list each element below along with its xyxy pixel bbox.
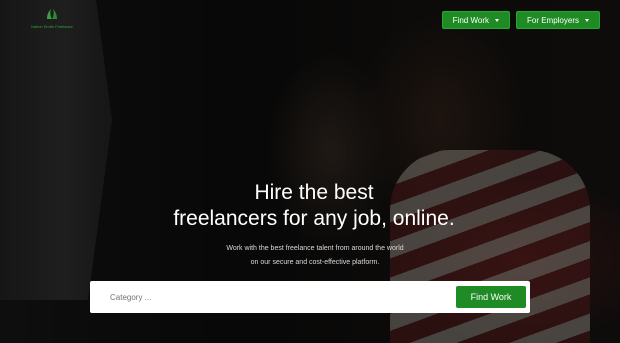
for-employers-dropdown[interactable]: For Employers	[515, 11, 600, 29]
find-work-button[interactable]: Find Work	[456, 286, 526, 308]
top-nav: Find Work For Employers	[441, 11, 600, 29]
find-work-label: Find Work	[452, 15, 489, 25]
hero-title-line2: freelancers for any job, online.	[173, 207, 455, 230]
hero-subtitle: Work with the best freelance talent from…	[0, 242, 620, 270]
search-bar: Find Work	[90, 281, 530, 313]
leaf-logo-icon	[47, 9, 57, 19]
site-logo[interactable]: Nation Smith Freelance	[22, 8, 82, 36]
logo-text: Nation Smith Freelance	[31, 24, 73, 29]
hero-title: Hire the best freelancers for any job, o…	[0, 180, 620, 232]
category-search-input[interactable]	[110, 292, 456, 302]
for-employers-label: For Employers	[526, 15, 579, 25]
hero-subtitle-line2: on our secure and cost-effective platfor…	[250, 259, 380, 266]
caret-down-icon	[585, 18, 589, 22]
caret-down-icon	[494, 18, 499, 22]
hero-section: Hire the best freelancers for any job, o…	[0, 180, 620, 270]
hero-title-line1: Hire the best	[254, 181, 374, 204]
find-work-dropdown[interactable]: Find Work	[441, 11, 510, 29]
hero-subtitle-line1: Work with the best freelance talent from…	[226, 245, 404, 252]
